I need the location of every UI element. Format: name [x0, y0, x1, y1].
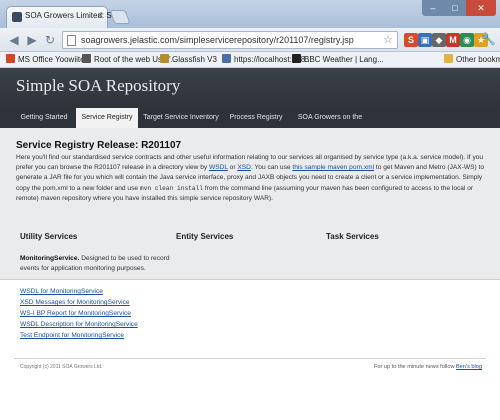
test-endpoint-monitoring-link[interactable]: Test Endpoint for MonitoringService	[20, 332, 124, 339]
bookmarks-bar: MS Office Yoowiite... Root of the web Use…	[0, 52, 500, 68]
maven-command: mvn clean install	[139, 184, 204, 192]
xsd-monitoring-link[interactable]: XSD Messages for MonitoringService	[20, 299, 130, 306]
bookmark-item[interactable]: Glassfish V3	[160, 54, 217, 64]
minimize-button[interactable]: –	[422, 0, 444, 16]
bookmark-favicon-icon	[82, 54, 91, 63]
bookmark-label: Other bookmarks	[456, 55, 500, 64]
sample-pom-link[interactable]: this sample maven pom.xml	[292, 164, 374, 171]
bookmark-favicon-icon	[160, 54, 169, 63]
extension-2-icon[interactable]: ◆	[432, 33, 446, 47]
tab-close-icon[interactable]: ×	[98, 10, 103, 20]
blog-link[interactable]: Ben's blog	[456, 364, 482, 370]
site-header: Simple SOA Repository	[0, 68, 500, 108]
bookmark-favicon-icon	[6, 54, 15, 63]
forward-button[interactable]: ▶	[24, 32, 40, 48]
wsdl-description-monitoring-link[interactable]: WSDL Description for MonitoringService	[20, 321, 138, 328]
bookmark-label: Glassfish V3	[172, 55, 217, 64]
tab-service-registry[interactable]: Service Registry	[76, 108, 138, 128]
address-bar[interactable]: soagrowers.jelastic.com/simpleservicerep…	[62, 31, 398, 49]
copyright-text: Copyright (c) 2011 SOA Growers Ltd.	[20, 364, 103, 370]
site-favicon-icon	[12, 12, 22, 22]
news-prefix: For up to the minute news follow	[373, 364, 457, 370]
wsi-report-monitoring-link[interactable]: WS-I BP Report for MonitoringService	[20, 310, 131, 317]
monitoring-service-name: MonitoringService.	[20, 255, 80, 262]
browser-toolbar: ◀ ▶ ↻ soagrowers.jelastic.com/simpleserv…	[0, 28, 500, 52]
web-page: Simple SOA Repository Getting Started Se…	[0, 68, 500, 420]
site-title: Simple SOA Repository	[16, 76, 181, 95]
tab-target-service-inventory[interactable]: Target Service Inventory	[140, 108, 222, 128]
maximize-button[interactable]: □	[444, 0, 466, 16]
browser-titlebar: SOA Growers Limited: SOA × – □ ✕	[0, 0, 500, 28]
tab-getting-started[interactable]: Getting Started	[14, 108, 74, 128]
entity-services-heading: Entity Services	[176, 232, 234, 241]
page-footer: Copyright (c) 2011 SOA Growers Ltd. For …	[14, 358, 486, 376]
xsd-link[interactable]: XSD	[237, 164, 251, 171]
news-text: For up to the minute news follow Ben's b…	[374, 364, 482, 370]
extension-0-icon[interactable]: S	[404, 33, 418, 47]
utility-services-heading: Utility Services	[20, 232, 78, 241]
task-services-heading: Task Services	[326, 232, 379, 241]
bookmark-item[interactable]: MS Office Yoowiite...	[6, 54, 91, 64]
monitoring-service-description: MonitoringService. Designed to be used t…	[20, 254, 170, 274]
wrench-menu-icon[interactable]: 🔧	[481, 32, 496, 46]
bookmark-favicon-icon	[444, 54, 453, 63]
site-nav: Getting Started Service Registry Target …	[0, 108, 500, 141]
back-button[interactable]: ◀	[6, 32, 22, 48]
wsdl-monitoring-link[interactable]: WSDL for MonitoringService	[20, 288, 103, 295]
bookmark-item[interactable]: BBC Weather | Lang...	[292, 54, 384, 64]
extension-3-icon[interactable]: M	[446, 33, 460, 47]
release-text-2: . You can use	[250, 164, 293, 172]
tab-title: SOA Growers Limited: SOA	[25, 11, 124, 20]
reload-button[interactable]: ↻	[42, 32, 58, 48]
bookmark-favicon-icon	[222, 54, 231, 63]
bookmark-item[interactable]: Other bookmarks	[444, 54, 500, 64]
page-icon	[67, 35, 76, 46]
wsdl-link[interactable]: WSDL	[209, 164, 228, 171]
url-text[interactable]: soagrowers.jelastic.com/simpleservicerep…	[81, 35, 354, 45]
browser-tab[interactable]: SOA Growers Limited: SOA ×	[6, 6, 123, 28]
tab-process-registry[interactable]: Process Registry	[224, 108, 288, 128]
extension-1-icon[interactable]: ▣	[418, 33, 432, 47]
window-close-button[interactable]: ✕	[466, 0, 496, 16]
new-tab-button[interactable]	[109, 10, 131, 24]
release-text-or: or	[227, 164, 238, 172]
bookmark-label: BBC Weather | Lang...	[304, 55, 384, 64]
bookmark-star-icon[interactable]: ☆	[383, 33, 393, 46]
tab-soa-growers-web[interactable]: SOA Growers on the Web...	[290, 108, 370, 141]
extension-4-icon[interactable]: ◉	[460, 33, 474, 47]
release-heading: Service Registry Release: R201107	[16, 140, 182, 151]
release-description: Here you'll find our standardised servic…	[16, 153, 488, 204]
bookmark-label: MS Office Yoowiite...	[18, 55, 92, 64]
bookmark-favicon-icon	[292, 54, 301, 63]
